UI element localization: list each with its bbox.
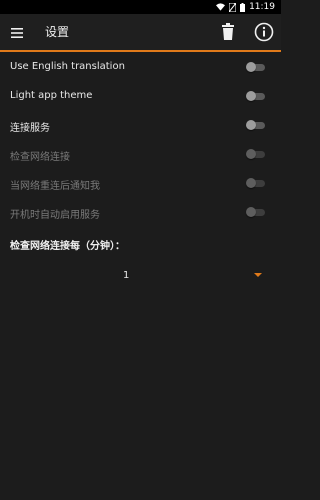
setting-label: 检查网络连接 — [10, 152, 70, 163]
toggle-switch — [246, 178, 266, 188]
interval-label: 检查网络连接每（分钟）： — [10, 241, 125, 252]
setting-label: 连接服务 — [10, 123, 50, 134]
status-time: 11:19 — [249, 2, 275, 12]
wifi-icon — [216, 3, 226, 11]
setting-label: 开机时自动启用服务 — [10, 210, 100, 221]
interval-spinner[interactable]: 1 — [10, 262, 272, 288]
setting-use-english[interactable]: Use English translation — [0, 52, 281, 81]
hamburger-menu-icon[interactable] — [10, 25, 24, 39]
toggle-switch — [246, 207, 266, 217]
battery-icon — [240, 2, 246, 12]
setting-connect-service[interactable]: 连接服务 — [0, 110, 281, 139]
setting-auto-start: 开机时自动启用服务 — [0, 197, 281, 226]
toggle-switch[interactable] — [246, 120, 266, 130]
setting-label: 当网络重连后通知我 — [10, 181, 100, 192]
page-title: 设置 — [45, 25, 70, 39]
toggle-switch — [246, 149, 266, 159]
info-icon[interactable] — [254, 22, 274, 42]
no-sim-icon — [229, 2, 237, 12]
toggle-switch[interactable] — [246, 91, 266, 101]
interval-value: 1 — [123, 270, 130, 281]
setting-light-theme[interactable]: Light app theme — [0, 81, 281, 110]
toggle-switch[interactable] — [246, 62, 266, 72]
setting-check-network: 检查网络连接 — [0, 139, 281, 168]
trash-icon[interactable] — [220, 23, 236, 41]
dropdown-arrow-icon — [254, 273, 262, 277]
settings-list: Use English translation Light app theme … — [0, 52, 281, 226]
app-toolbar: 设置 — [0, 14, 281, 52]
setting-label: Use English translation — [10, 61, 125, 72]
setting-notify-reconnect: 当网络重连后通知我 — [0, 168, 281, 197]
setting-label: Light app theme — [10, 90, 93, 101]
status-bar: 11:19 — [0, 0, 281, 14]
